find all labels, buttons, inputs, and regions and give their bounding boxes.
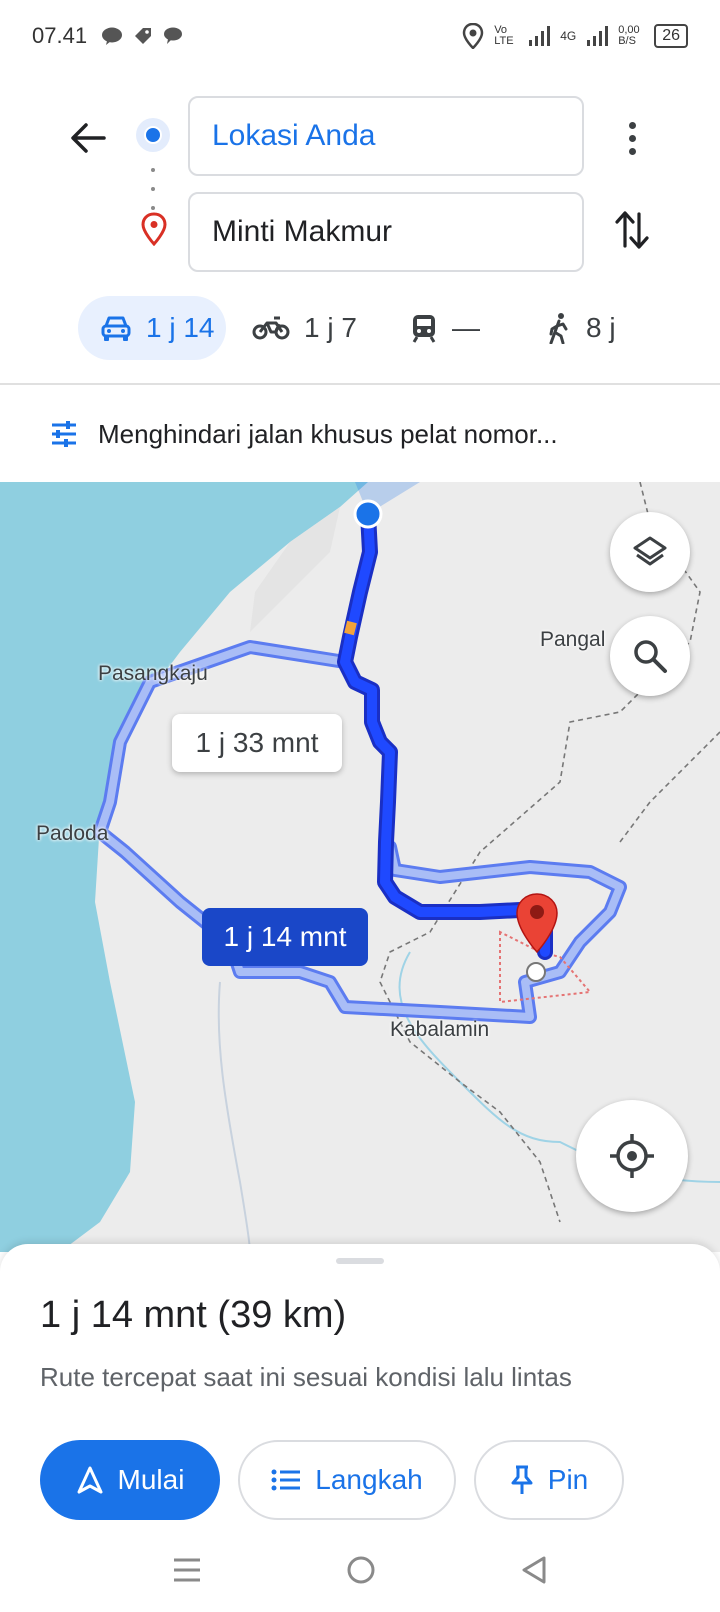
- tab-transit-time: —: [452, 312, 480, 343]
- route-subtitle: Rute tercepat saat ini sesuai kondisi la…: [40, 1362, 572, 1392]
- start-button[interactable]: Mulai: [40, 1440, 220, 1520]
- arrow-back-icon: [71, 123, 106, 153]
- tab-motorcycle[interactable]: 1 j 7: [252, 296, 357, 360]
- swap-vert-icon: [615, 211, 649, 249]
- swap-button[interactable]: [608, 202, 656, 258]
- destination-pin-icon: [141, 212, 167, 246]
- crosshair-icon: [610, 1134, 654, 1178]
- tag-icon: [135, 28, 152, 44]
- alt-route-eta[interactable]: 1 j 33 mnt: [172, 714, 342, 772]
- route-connector: [151, 168, 155, 210]
- search-along-route-button[interactable]: [610, 616, 690, 696]
- map-label-pasangkaju: Pasangkaju: [98, 662, 208, 685]
- network-4g: 4G: [560, 29, 577, 43]
- data-speed: 0,00 B/S: [618, 24, 640, 47]
- pin-button-label: Pin: [547, 1464, 589, 1495]
- signal-icon-2: [587, 26, 609, 46]
- back-nav-icon[interactable]: [520, 1555, 548, 1585]
- map-label-pangal: Pangal: [540, 628, 606, 651]
- pin-icon: [511, 1465, 533, 1494]
- car-icon: [101, 316, 131, 341]
- tab-car[interactable]: 1 j 14: [78, 296, 226, 360]
- system-nav-bar: [0, 1528, 720, 1612]
- directions-header: Lokasi Anda Minti Makmur 1 j 14 1 j 7 — …: [0, 72, 720, 384]
- tab-walk[interactable]: 8 j: [546, 296, 616, 360]
- train-icon: [412, 315, 436, 343]
- origin-input[interactable]: Lokasi Anda: [188, 96, 584, 176]
- tab-motorcycle-time: 1 j 7: [304, 312, 357, 343]
- main-route-eta[interactable]: 1 j 14 mnt: [202, 908, 368, 966]
- home-nav-icon[interactable]: [346, 1555, 376, 1585]
- navigation-arrow-icon: [77, 1466, 103, 1494]
- chat-bubble-icon: [164, 27, 183, 44]
- tune-icon: [52, 421, 76, 447]
- signal-icon: [529, 26, 551, 46]
- header-divider: [0, 383, 720, 385]
- layers-button[interactable]: [610, 512, 690, 592]
- line-app-icon: [102, 27, 123, 45]
- location-icon: [462, 23, 484, 49]
- tab-car-time: 1 j 14: [146, 312, 215, 343]
- more-options-button[interactable]: [608, 112, 656, 164]
- current-location-dot: [353, 499, 383, 529]
- destination-input[interactable]: Minti Makmur: [188, 192, 584, 272]
- motorcycle-icon: [252, 316, 290, 340]
- route-options-row[interactable]: Menghindari jalan khusus pelat nomor...: [0, 386, 720, 482]
- tab-walk-time: 8 j: [586, 312, 616, 343]
- list-icon: [271, 1469, 301, 1491]
- steps-button-label: Langkah: [315, 1464, 423, 1495]
- tab-transit[interactable]: —: [410, 296, 480, 360]
- status-right: Vo LTE 4G 0,00 B/S 26: [462, 23, 688, 49]
- traffic-segment: [344, 620, 357, 636]
- map-label-kabalamin: Kabalamin: [390, 1018, 490, 1041]
- layers-icon: [633, 536, 667, 566]
- map-label-padoda: Padoda: [36, 822, 109, 845]
- start-button-label: Mulai: [117, 1464, 185, 1495]
- route-options-label: Menghindari jalan khusus pelat nomor...: [98, 418, 558, 449]
- menu-nav-icon[interactable]: [172, 1557, 202, 1583]
- route-summary: 1 j 14 mnt (39 km): [40, 1294, 347, 1336]
- map-view[interactable]: Pasangkaju Padoda Kabalamin Pangal 1 j 3…: [0, 482, 720, 1252]
- steps-button[interactable]: Langkah: [238, 1440, 456, 1520]
- battery-indicator: 26: [654, 24, 688, 48]
- my-location-button[interactable]: [576, 1100, 688, 1212]
- notification-icons: [101, 26, 183, 46]
- pin-button[interactable]: Pin: [474, 1440, 624, 1520]
- origin-dot-icon: [136, 118, 170, 152]
- volte-indicator: Vo LTE: [494, 24, 514, 47]
- sheet-drag-handle[interactable]: [336, 1258, 384, 1264]
- back-button[interactable]: [62, 112, 114, 164]
- status-bar: 07.41 Vo LTE 4G 0,00 B/S 26: [0, 0, 720, 72]
- walk-icon: [549, 313, 568, 344]
- status-time: 07.41: [32, 23, 88, 48]
- search-icon: [634, 640, 667, 673]
- travel-mode-tabs: 1 j 14 1 j 7 — 8 j: [78, 296, 678, 360]
- destination-point: [526, 962, 546, 982]
